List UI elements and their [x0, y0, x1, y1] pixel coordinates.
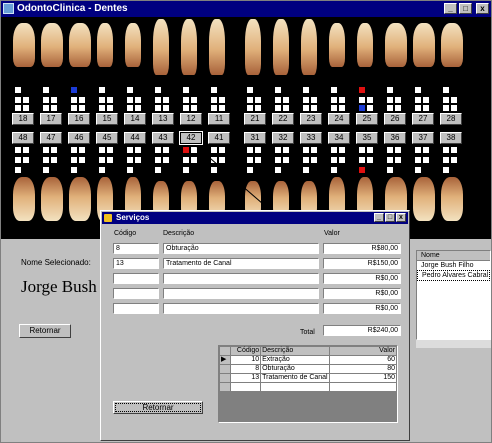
grid-cell-desc[interactable]: [260, 382, 330, 392]
grid-cell-value[interactable]: 150: [328, 373, 398, 383]
grid-cell-desc[interactable]: Extração: [260, 355, 330, 365]
service-code-field[interactable]: 13: [113, 258, 159, 269]
grid-row-indicator: [219, 382, 231, 392]
grid-cell-code[interactable]: 8: [229, 364, 262, 374]
dialog-icon: [104, 214, 112, 222]
dialog-minimize-button[interactable]: _: [374, 213, 384, 222]
grid-cell-value[interactable]: 60: [328, 355, 398, 365]
grid-cell-desc[interactable]: Obturação: [260, 364, 330, 374]
service-code-field[interactable]: [113, 288, 159, 299]
value-column-label: Valor: [324, 230, 340, 237]
services-title-bar[interactable]: Serviços _ □ x: [102, 212, 408, 224]
service-code-field[interactable]: 8: [113, 243, 159, 254]
grid-header-value[interactable]: Valor: [328, 346, 398, 356]
service-value-field[interactable]: R$150,00: [323, 258, 401, 269]
grid-row-indicator: ▶: [219, 355, 231, 365]
grid-header-desc[interactable]: Descrição: [260, 346, 330, 356]
grid-row[interactable]: ▶ 10 Extração 60: [219, 355, 398, 365]
service-description-field[interactable]: Obturação: [163, 243, 319, 254]
service-code-field[interactable]: [113, 273, 159, 284]
service-description-field[interactable]: [163, 273, 319, 284]
code-column-label: Código: [114, 230, 137, 237]
grid-header-row: Código Descrição Valor: [219, 346, 398, 356]
grid-row[interactable]: 13 Tratamento de Canal 150: [219, 373, 398, 383]
grid-cell-value[interactable]: [328, 382, 398, 392]
dialog-close-button[interactable]: x: [396, 213, 406, 222]
services-dialog-title: Serviços: [116, 213, 150, 222]
grid-row-indicator: [219, 364, 231, 374]
dialog-return-button-label: Retornar: [142, 403, 174, 412]
grid-cell-desc[interactable]: Tratamento de Canal: [260, 373, 330, 383]
grid-header-code[interactable]: Código: [229, 346, 262, 356]
service-value-field[interactable]: R$0,00: [323, 273, 401, 284]
services-grid[interactable]: Código Descrição Valor ▶ 10 Extração 60 …: [218, 345, 398, 423]
grid-row[interactable]: 8 Obturação 80: [219, 364, 398, 374]
dialog-maximize-button[interactable]: □: [385, 213, 395, 222]
grid-cell-code[interactable]: 10: [229, 355, 262, 365]
grid-cell-code[interactable]: 13: [229, 373, 262, 383]
dialog-return-button[interactable]: Retornar: [113, 401, 203, 414]
description-column-label: Descrição: [163, 230, 195, 237]
grid-cell-code[interactable]: [229, 382, 262, 392]
service-description-field[interactable]: Tratamento de Canal: [163, 258, 319, 269]
service-description-field[interactable]: [163, 303, 319, 314]
service-value-field[interactable]: R$80,00: [323, 243, 401, 254]
service-description-field[interactable]: [163, 288, 319, 299]
grid-row-indicator: [219, 373, 231, 383]
total-label: Total: [300, 329, 315, 336]
service-value-field[interactable]: R$0,00: [323, 303, 401, 314]
service-value-field[interactable]: R$0,00: [323, 288, 401, 299]
total-field: R$240,00: [323, 325, 401, 336]
service-code-field[interactable]: [113, 303, 159, 314]
grid-corner: [219, 346, 231, 356]
grid-new-row[interactable]: [219, 382, 398, 392]
grid-cell-value[interactable]: 80: [328, 364, 398, 374]
